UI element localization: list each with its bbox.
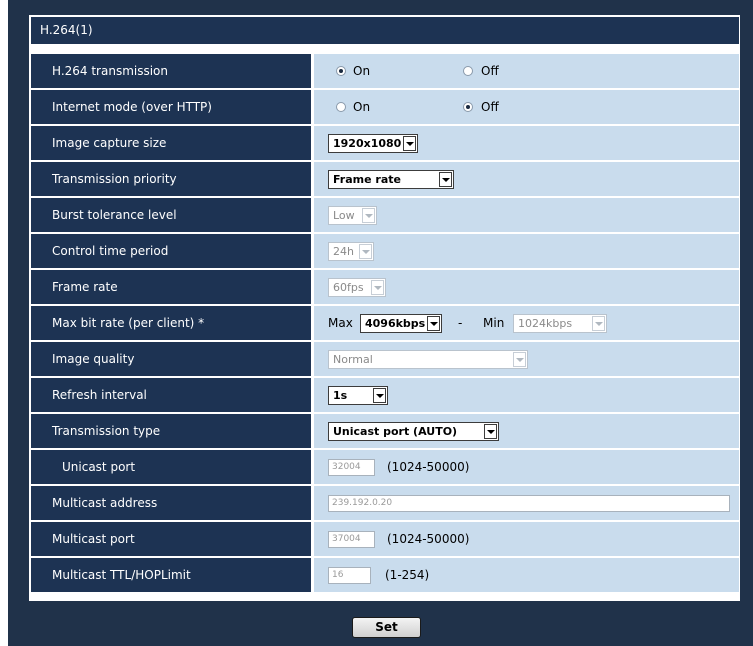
- row-multicast-ttl: Multicast TTL/HOPLimit 16 (1-254): [31, 558, 739, 592]
- frame-rate-label: Frame rate: [31, 270, 311, 304]
- image-quality-select[interactable]: Normal: [328, 350, 528, 369]
- h264-transmission-on-label: On: [353, 64, 371, 78]
- chevron-down-icon[interactable]: [373, 388, 386, 403]
- max-bit-rate-select[interactable]: 4096kbps: [360, 314, 442, 333]
- multicast-address-value: 239.192.0.20: [314, 486, 739, 520]
- row-h264-transmission: H.264 transmission On Off: [31, 54, 739, 88]
- row-unicast-port: Unicast port 32004 (1024-50000): [31, 450, 739, 484]
- multicast-ttl-value: 16 (1-254): [314, 558, 739, 592]
- transmission-priority-select[interactable]: Frame rate: [328, 170, 454, 189]
- h264-transmission-on-radio[interactable]: [336, 66, 346, 76]
- image-capture-size-select[interactable]: 1920x1080: [328, 134, 418, 153]
- transmission-type-selected: Unicast port (AUTO): [333, 425, 458, 438]
- multicast-port-input[interactable]: 37004: [328, 531, 375, 548]
- row-image-capture-size: Image capture size 1920x1080: [31, 126, 739, 160]
- chevron-down-icon[interactable]: [439, 172, 452, 187]
- image-quality-value: Normal: [314, 342, 739, 376]
- internet-mode-on-radio[interactable]: [336, 102, 346, 112]
- multicast-port-range: (1024-50000): [387, 532, 470, 546]
- image-capture-size-value: 1920x1080: [314, 126, 739, 160]
- h264-transmission-off-radio[interactable]: [463, 66, 473, 76]
- unicast-port-range: (1024-50000): [387, 460, 470, 474]
- range-dash: -: [458, 316, 463, 330]
- min-bit-rate-select[interactable]: 1024kbps: [513, 314, 607, 333]
- chevron-down-icon[interactable]: [359, 244, 372, 259]
- image-quality-label: Image quality: [31, 342, 311, 376]
- burst-tolerance-value: Low: [314, 198, 739, 232]
- frame-rate-select[interactable]: 60fps: [328, 278, 386, 297]
- image-quality-selected: Normal: [333, 353, 373, 366]
- row-multicast-port: Multicast port 37004 (1024-50000): [31, 522, 739, 556]
- max-bit-rate-value: Max 4096kbps - Min 1024kbps: [314, 306, 739, 340]
- chevron-down-icon[interactable]: [362, 208, 375, 223]
- row-transmission-type: Transmission type Unicast port (AUTO): [31, 414, 739, 448]
- image-capture-size-selected: 1920x1080: [333, 137, 402, 150]
- multicast-port-value: 37004 (1024-50000): [314, 522, 739, 556]
- unicast-port-label: Unicast port: [31, 450, 311, 484]
- row-control-time-period: Control time period 24h: [31, 234, 739, 268]
- transmission-priority-selected: Frame rate: [333, 173, 401, 186]
- frame-rate-value: 60fps: [314, 270, 739, 304]
- max-bit-rate-label: Max bit rate (per client) *: [31, 306, 311, 340]
- control-time-period-value: 24h: [314, 234, 739, 268]
- h264-transmission-off-label: Off: [481, 64, 499, 78]
- chevron-down-icon[interactable]: [484, 424, 497, 439]
- min-bit-rate-selected: 1024kbps: [518, 317, 573, 330]
- chevron-down-icon[interactable]: [513, 352, 526, 367]
- frame-rate-selected: 60fps: [333, 281, 364, 294]
- internet-mode-value: On Off: [314, 90, 739, 124]
- transmission-type-select[interactable]: Unicast port (AUTO): [328, 422, 499, 441]
- unicast-port-input[interactable]: 32004: [328, 459, 375, 476]
- transmission-type-value: Unicast port (AUTO): [314, 414, 739, 448]
- unicast-port-value: 32004 (1024-50000): [314, 450, 739, 484]
- set-button[interactable]: Set: [352, 617, 421, 638]
- image-capture-size-label: Image capture size: [31, 126, 311, 160]
- burst-tolerance-label: Burst tolerance level: [31, 198, 311, 232]
- row-refresh-interval: Refresh interval 1s: [31, 378, 739, 412]
- refresh-interval-select[interactable]: 1s: [328, 386, 388, 405]
- multicast-ttl-range: (1-254): [385, 568, 430, 582]
- max-label: Max: [328, 316, 353, 330]
- row-multicast-address: Multicast address 239.192.0.20: [31, 486, 739, 520]
- refresh-interval-value: 1s: [314, 378, 739, 412]
- multicast-port-label: Multicast port: [31, 522, 311, 556]
- transmission-type-label: Transmission type: [31, 414, 311, 448]
- h264-transmission-value: On Off: [314, 54, 739, 88]
- chevron-down-icon[interactable]: [427, 316, 440, 331]
- internet-mode-off-label: Off: [481, 100, 499, 114]
- burst-tolerance-select[interactable]: Low: [328, 206, 377, 225]
- section-header: H.264(1): [31, 17, 739, 44]
- multicast-ttl-label: Multicast TTL/HOPLimit: [31, 558, 311, 592]
- multicast-address-label: Multicast address: [31, 486, 311, 520]
- row-transmission-priority: Transmission priority Frame rate: [31, 162, 739, 196]
- row-internet-mode: Internet mode (over HTTP) On Off: [31, 90, 739, 124]
- row-max-bit-rate: Max bit rate (per client) * Max 4096kbps…: [31, 306, 739, 340]
- refresh-interval-label: Refresh interval: [31, 378, 311, 412]
- refresh-interval-selected: 1s: [333, 389, 348, 402]
- burst-tolerance-selected: Low: [333, 209, 355, 222]
- control-time-period-select[interactable]: 24h: [328, 242, 374, 261]
- multicast-ttl-input[interactable]: 16: [328, 567, 371, 584]
- row-image-quality: Image quality Normal: [31, 342, 739, 376]
- chevron-down-icon[interactable]: [371, 280, 384, 295]
- transmission-priority-label: Transmission priority: [31, 162, 311, 196]
- h264-transmission-label: H.264 transmission: [31, 54, 311, 88]
- transmission-priority-value: Frame rate: [314, 162, 739, 196]
- internet-mode-on-label: On: [353, 100, 371, 114]
- internet-mode-off-radio[interactable]: [463, 102, 473, 112]
- chevron-down-icon[interactable]: [592, 316, 605, 331]
- max-bit-rate-selected: 4096kbps: [365, 317, 426, 330]
- multicast-address-input[interactable]: 239.192.0.20: [328, 495, 730, 512]
- min-label: Min: [483, 316, 505, 330]
- control-time-period-label: Control time period: [31, 234, 311, 268]
- internet-mode-label: Internet mode (over HTTP): [31, 90, 311, 124]
- row-frame-rate: Frame rate 60fps: [31, 270, 739, 304]
- row-burst-tolerance: Burst tolerance level Low: [31, 198, 739, 232]
- chevron-down-icon[interactable]: [403, 136, 416, 151]
- control-time-period-selected: 24h: [333, 245, 354, 258]
